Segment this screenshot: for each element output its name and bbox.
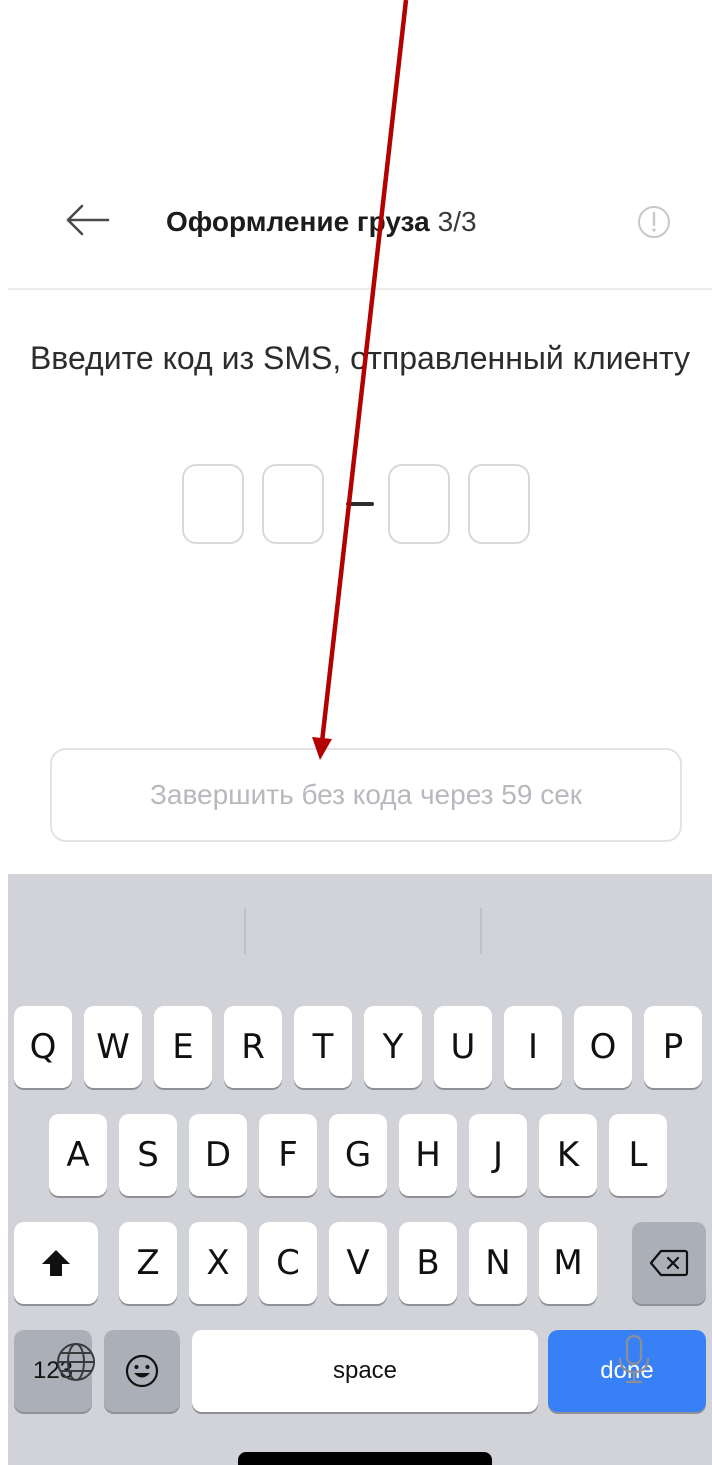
emoji-icon (125, 1354, 159, 1388)
info-button[interactable] (634, 202, 674, 242)
emoji-key[interactable] (104, 1330, 180, 1412)
arrow-left-icon (66, 204, 110, 236)
step-counter: 3/3 (437, 206, 477, 237)
back-button[interactable] (60, 200, 120, 240)
key-c[interactable]: C (259, 1222, 317, 1304)
code-separator (346, 502, 374, 506)
key-h[interactable]: H (399, 1114, 457, 1196)
backspace-key[interactable] (632, 1222, 706, 1304)
sms-code-prompt: Введите код из SMS, отправленный клиенту (29, 340, 691, 376)
key-d[interactable]: D (189, 1114, 247, 1196)
globe-button[interactable] (54, 1340, 98, 1384)
key-b[interactable]: B (399, 1222, 457, 1304)
key-g[interactable]: G (329, 1114, 387, 1196)
key-w[interactable]: W (84, 1006, 142, 1088)
key-e[interactable]: E (154, 1006, 212, 1088)
code-digit-3[interactable] (388, 464, 450, 544)
key-p[interactable]: P (644, 1006, 702, 1088)
key-l[interactable]: L (609, 1114, 667, 1196)
finish-without-code-button[interactable]: Завершить без кода через 59 сек (50, 748, 682, 842)
key-v[interactable]: V (329, 1222, 387, 1304)
app-header: Оформление груза 3/3 (8, 160, 712, 290)
header-divider (8, 288, 712, 290)
shift-icon (42, 1250, 70, 1276)
key-z[interactable]: Z (119, 1222, 177, 1304)
key-i[interactable]: I (504, 1006, 562, 1088)
key-t[interactable]: T (294, 1006, 352, 1088)
phone-screen: Оформление груза 3/3 Введите код из SMS, … (8, 160, 712, 1465)
key-q[interactable]: Q (14, 1006, 72, 1088)
key-j[interactable]: J (469, 1114, 527, 1196)
key-f[interactable]: F (259, 1114, 317, 1196)
key-n[interactable]: N (469, 1222, 527, 1304)
key-o[interactable]: O (574, 1006, 632, 1088)
microphone-icon (618, 1334, 650, 1384)
key-k[interactable]: K (539, 1114, 597, 1196)
key-s[interactable]: S (119, 1114, 177, 1196)
home-indicator (238, 1452, 492, 1465)
key-y[interactable]: Y (364, 1006, 422, 1088)
code-digit-4[interactable] (468, 464, 530, 544)
suggestion-divider (480, 908, 482, 954)
code-digit-2[interactable] (262, 464, 324, 544)
key-u[interactable]: U (434, 1006, 492, 1088)
key-a[interactable]: A (49, 1114, 107, 1196)
key-x[interactable]: X (189, 1222, 247, 1304)
key-r[interactable]: R (224, 1006, 282, 1088)
key-m[interactable]: M (539, 1222, 597, 1304)
page-title-text: Оформление груза (166, 206, 430, 237)
code-digit-1[interactable] (182, 464, 244, 544)
backspace-icon (649, 1249, 689, 1277)
page-title: Оформление груза 3/3 (166, 206, 477, 238)
space-key[interactable]: space (192, 1330, 538, 1412)
dictation-button[interactable] (614, 1332, 654, 1388)
info-circle-icon (638, 206, 670, 238)
onscreen-keyboard: Q W E R T Y U I O P A S D F G H J K L Z … (8, 874, 712, 1465)
suggestion-divider (244, 908, 246, 954)
shift-key[interactable] (14, 1222, 98, 1304)
globe-icon (57, 1343, 95, 1381)
